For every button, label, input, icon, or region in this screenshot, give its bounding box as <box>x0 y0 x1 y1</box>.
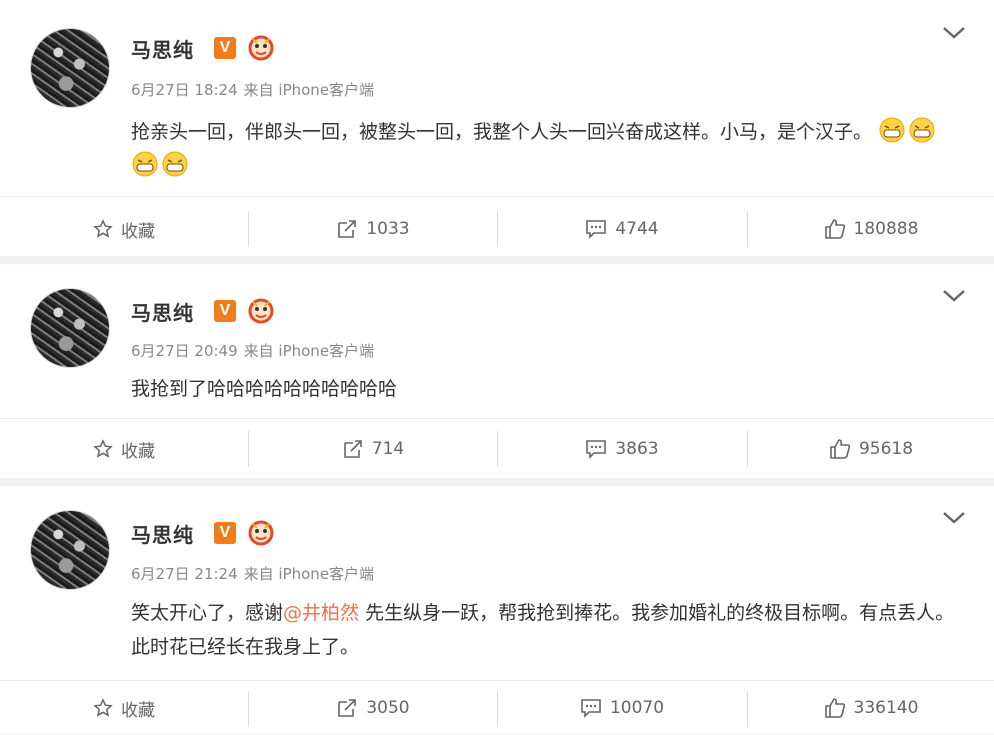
comment-bubble-icon <box>586 440 607 459</box>
favorite-button[interactable]: 收藏 <box>0 197 248 261</box>
star-outline-icon <box>93 219 113 238</box>
like-count: 336140 <box>853 698 919 718</box>
thumb-up-icon <box>824 698 845 718</box>
post-time[interactable]: 6月27日 18:24 <box>131 81 238 99</box>
share-arrow-icon <box>338 220 357 238</box>
action-bar: 收藏 3050 10070 336140 <box>0 680 994 735</box>
verified-badge[interactable]: V <box>214 522 236 544</box>
repost-count: 3050 <box>366 698 410 718</box>
like-button[interactable]: 95618 <box>748 419 994 479</box>
avatar[interactable] <box>30 28 110 108</box>
grin-emoji-icon <box>909 117 935 143</box>
chevron-down-icon[interactable] <box>941 287 967 305</box>
lion-dance-badge-icon[interactable] <box>248 297 274 325</box>
post-meta: 6月27日 21:24 来自 iPhone客户端 <box>131 563 380 584</box>
comment-button[interactable]: 10070 <box>498 681 746 735</box>
verified-badge[interactable]: V <box>214 300 236 322</box>
comment-bubble-icon <box>581 699 601 718</box>
post-text: 我抢到了哈哈哈哈哈哈哈哈哈哈 <box>131 372 961 406</box>
weibo-post: 马思纯 V 6月27日 21:24 来自 iPhone客户端 笑太开心了，感谢@井… <box>0 486 994 734</box>
star-outline-icon <box>93 698 113 717</box>
comment-count: 3863 <box>615 439 659 459</box>
weibo-post: 马思纯 V 6月27日 18:24 来自 iPhone客户端 抢亲头一回，伴郎头一… <box>0 0 994 256</box>
thumb-up-icon <box>830 439 851 459</box>
repost-button[interactable]: 3050 <box>249 681 497 735</box>
repost-count: 1033 <box>366 219 410 239</box>
post-time[interactable]: 6月27日 21:24 <box>131 565 238 583</box>
like-count: 95618 <box>858 439 914 459</box>
post-text-content: 笑太开心了，感谢 <box>131 602 284 624</box>
post-time[interactable]: 6月27日 20:49 <box>131 342 238 360</box>
favorite-label: 收藏 <box>121 700 155 721</box>
thumb-up-icon <box>824 219 845 239</box>
post-text-content: 抢亲头一回，伴郎头一回，被整头一回，我整个人头一回兴奋成这样。小马，是个汉子。 <box>131 121 873 143</box>
chevron-down-icon[interactable] <box>941 24 967 42</box>
post-meta: 6月27日 20:49 来自 iPhone客户端 <box>131 340 380 361</box>
star-outline-icon <box>93 439 113 458</box>
favorite-label: 收藏 <box>121 221 155 242</box>
favorite-label: 收藏 <box>121 441 155 462</box>
action-bar: 收藏 714 3863 95618 <box>0 418 994 479</box>
like-button[interactable]: 180888 <box>748 197 994 261</box>
repost-button[interactable]: 1033 <box>249 197 497 261</box>
lion-dance-badge-icon[interactable] <box>248 519 274 547</box>
comment-count: 4744 <box>615 219 659 239</box>
like-button[interactable]: 336140 <box>748 681 994 735</box>
lion-dance-badge-icon[interactable] <box>248 34 274 62</box>
post-meta: 6月27日 18:24 来自 iPhone客户端 <box>131 79 380 100</box>
comment-count: 10070 <box>609 698 665 718</box>
avatar[interactable] <box>30 510 110 590</box>
grin-emoji-icon <box>162 151 188 177</box>
post-source: 来自 iPhone客户端 <box>243 342 375 360</box>
user-name[interactable]: 马思纯 <box>131 519 194 548</box>
repost-button[interactable]: 714 <box>249 419 497 479</box>
comment-button[interactable]: 3863 <box>498 419 746 479</box>
share-arrow-icon <box>338 699 357 717</box>
favorite-button[interactable]: 收藏 <box>0 419 248 479</box>
user-name[interactable]: 马思纯 <box>131 34 194 63</box>
like-count: 180888 <box>853 219 919 239</box>
post-text: 抢亲头一回，伴郎头一回，被整头一回，我整个人头一回兴奋成这样。小马，是个汉子。 <box>131 115 961 183</box>
post-text: 笑太开心了，感谢@井柏然 先生纵身一跃，帮我抢到捧花。我参加婚礼的终极目标啊。有… <box>131 596 961 664</box>
user-name[interactable]: 马思纯 <box>131 297 194 326</box>
post-source: 来自 iPhone客户端 <box>243 81 375 99</box>
weibo-post: 马思纯 V 6月27日 20:49 来自 iPhone客户端 我抢到了哈哈哈哈哈哈… <box>0 264 994 478</box>
grin-emoji-icon <box>879 117 905 143</box>
share-arrow-icon <box>343 440 362 458</box>
post-text-content: 我抢到了哈哈哈哈哈哈哈哈哈哈 <box>131 378 398 400</box>
comment-bubble-icon <box>586 220 607 239</box>
favorite-button[interactable]: 收藏 <box>0 681 248 735</box>
action-bar: 收藏 1033 4744 180888 <box>0 196 994 261</box>
verified-badge[interactable]: V <box>214 37 236 59</box>
chevron-down-icon[interactable] <box>941 509 967 527</box>
grin-emoji-icon <box>132 151 158 177</box>
mention-link[interactable]: @井柏然 <box>283 602 359 624</box>
avatar[interactable] <box>30 288 110 368</box>
post-source: 来自 iPhone客户端 <box>243 565 375 583</box>
repost-count: 714 <box>371 439 405 459</box>
comment-button[interactable]: 4744 <box>498 197 746 261</box>
